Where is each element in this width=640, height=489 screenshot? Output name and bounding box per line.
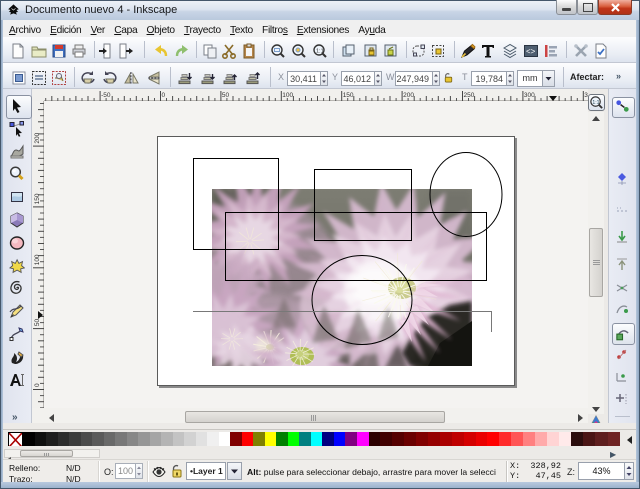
svg-text:50: 50 (34, 318, 41, 326)
svg-text:200: 200 (403, 92, 414, 99)
svg-text:300: 300 (524, 92, 535, 99)
svg-text:1:1: 1:1 (592, 100, 599, 106)
svg-text:100: 100 (282, 92, 293, 99)
svg-text:50: 50 (222, 92, 230, 99)
svg-text:<>: <> (526, 47, 536, 56)
svg-text:0: 0 (34, 383, 41, 387)
svg-text:-50: -50 (101, 92, 111, 99)
svg-text:250: 250 (464, 92, 475, 99)
svg-text:0: 0 (162, 92, 166, 99)
svg-text:150: 150 (343, 92, 354, 99)
